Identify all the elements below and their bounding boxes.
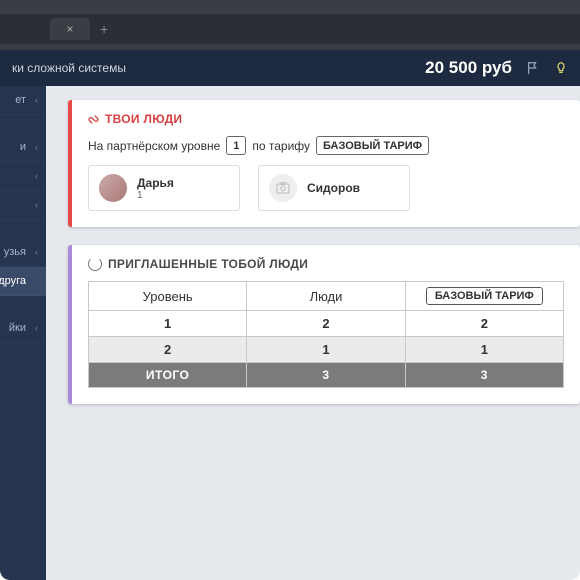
- sidebar-item[interactable]: йки‹: [0, 314, 46, 343]
- sidebar-item[interactable]: узья‹: [0, 238, 46, 267]
- main-content: ТВОИ ЛЮДИ На партнёрском уровне 1 по тар…: [46, 86, 580, 580]
- close-icon[interactable]: ×: [66, 22, 73, 36]
- browser-titlebar: [0, 0, 580, 14]
- invited-table: Уровень Люди БАЗОВЫЙ ТАРИФ 1 2 2 2: [88, 281, 564, 388]
- card-your-people: ТВОИ ЛЮДИ На партнёрском уровне 1 по тар…: [68, 100, 580, 227]
- browser-tab[interactable]: ×: [50, 18, 90, 40]
- table-row: 1 2 2: [89, 311, 564, 337]
- filter-row: На партнёрском уровне 1 по тарифу БАЗОВЫ…: [88, 136, 564, 155]
- flag-icon[interactable]: [526, 61, 540, 75]
- app-body: ет‹ и‹ ‹ ‹ узья‹ друга йки‹ ТВОИ ЛЮДИ На…: [0, 86, 580, 580]
- col-tariff: БАЗОВЫЙ ТАРИФ: [405, 282, 563, 311]
- sidebar: ет‹ и‹ ‹ ‹ узья‹ друга йки‹: [0, 86, 46, 580]
- card-invited: ПРИГЛАШЕННЫЕ ТОБОЙ ЛЮДИ Уровень Люди БАЗ…: [68, 245, 580, 404]
- avatar-placeholder-icon: [269, 174, 297, 202]
- table-row: 2 1 1: [89, 337, 564, 363]
- chevron-left-icon: ‹: [35, 142, 38, 152]
- card-title: ТВОИ ЛЮДИ: [88, 112, 564, 126]
- sidebar-item[interactable]: ‹: [0, 162, 46, 191]
- card-title: ПРИГЛАШЕННЫЕ ТОБОЙ ЛЮДИ: [88, 257, 564, 271]
- sidebar-item[interactable]: ет‹: [0, 86, 46, 115]
- tariff-select[interactable]: БАЗОВЫЙ ТАРИФ: [316, 136, 429, 155]
- link-icon: [86, 111, 102, 127]
- chevron-left-icon: ‹: [35, 171, 38, 181]
- chevron-left-icon: ‹: [35, 323, 38, 333]
- chevron-left-icon: ‹: [35, 247, 38, 257]
- app-header: ки сложной системы 20 500 руб: [0, 50, 580, 86]
- sidebar-item[interactable]: и‹: [0, 133, 46, 162]
- tariff-header-button[interactable]: БАЗОВЫЙ ТАРИФ: [426, 287, 543, 305]
- person-card[interactable]: Дарья 1: [88, 165, 240, 211]
- chevron-left-icon: ‹: [35, 95, 38, 105]
- avatar: [99, 174, 127, 202]
- person-card[interactable]: Сидоров: [258, 165, 410, 211]
- bulb-icon[interactable]: [554, 61, 568, 75]
- people-list: Дарья 1 Сидоров: [88, 165, 564, 211]
- refresh-icon: [88, 257, 102, 271]
- browser-window: × + ки сложной системы 20 500 руб ет‹ и‹…: [0, 0, 580, 580]
- sidebar-item-active[interactable]: друга: [0, 267, 46, 296]
- level-badge[interactable]: 1: [226, 136, 246, 155]
- new-tab-button[interactable]: +: [100, 21, 108, 37]
- page-title: ки сложной системы: [12, 61, 126, 75]
- browser-tabstrip: × +: [0, 14, 580, 44]
- balance-amount: 20 500 руб: [425, 58, 512, 78]
- col-people: Люди: [247, 282, 405, 311]
- table-total-row: ИТОГО 3 3: [89, 363, 564, 388]
- sidebar-item[interactable]: ‹: [0, 191, 46, 220]
- chevron-left-icon: ‹: [35, 200, 38, 210]
- col-level: Уровень: [89, 282, 247, 311]
